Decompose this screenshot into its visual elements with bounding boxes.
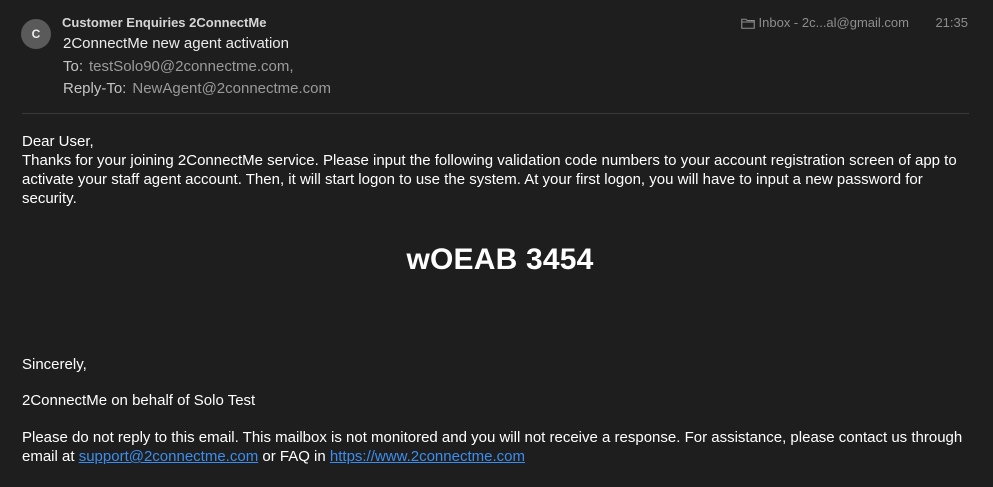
mailbox-location[interactable]: Inbox - 2c...al@gmail.com [740, 15, 909, 30]
to-label: To: [63, 58, 84, 75]
sender-avatar[interactable]: C [21, 19, 51, 49]
email-subject: 2ConnectMe new agent activation [63, 35, 289, 52]
message-header: C Customer Enquiries 2ConnectMe 2Connect… [0, 0, 993, 114]
mailbox-name: Inbox - 2c...al@gmail.com [758, 15, 909, 30]
validation-code: wOEAB 3454 [406, 243, 594, 276]
body-paragraph: Thanks for your joining 2ConnectMe servi… [22, 152, 957, 207]
folder-icon [740, 17, 755, 29]
footer-text-faq: or FAQ in [262, 448, 326, 465]
reply-to-address[interactable]: NewAgent@2connectme.com [132, 80, 331, 97]
greeting: Dear User, [22, 133, 94, 150]
received-time: 21:35 [935, 15, 968, 30]
support-email-link[interactable]: support@2connectme.com [79, 448, 258, 465]
reply-to-row: Reply-To: NewAgent@2connectme.com [63, 80, 331, 97]
footer-notice: Please do not reply to this email. This … [22, 428, 972, 466]
to-row: To: testSolo90@2connectme.com, [63, 58, 294, 75]
to-address[interactable]: testSolo90@2connectme.com, [89, 58, 294, 75]
faq-link[interactable]: https://www.2connectme.com [330, 448, 525, 465]
header-divider [22, 113, 969, 114]
reply-to-label: Reply-To: [63, 80, 127, 97]
signature: 2ConnectMe on behalf of Solo Test [22, 392, 256, 409]
closing: Sincerely, [22, 356, 87, 373]
sender-name: Customer Enquiries 2ConnectMe [62, 15, 267, 30]
